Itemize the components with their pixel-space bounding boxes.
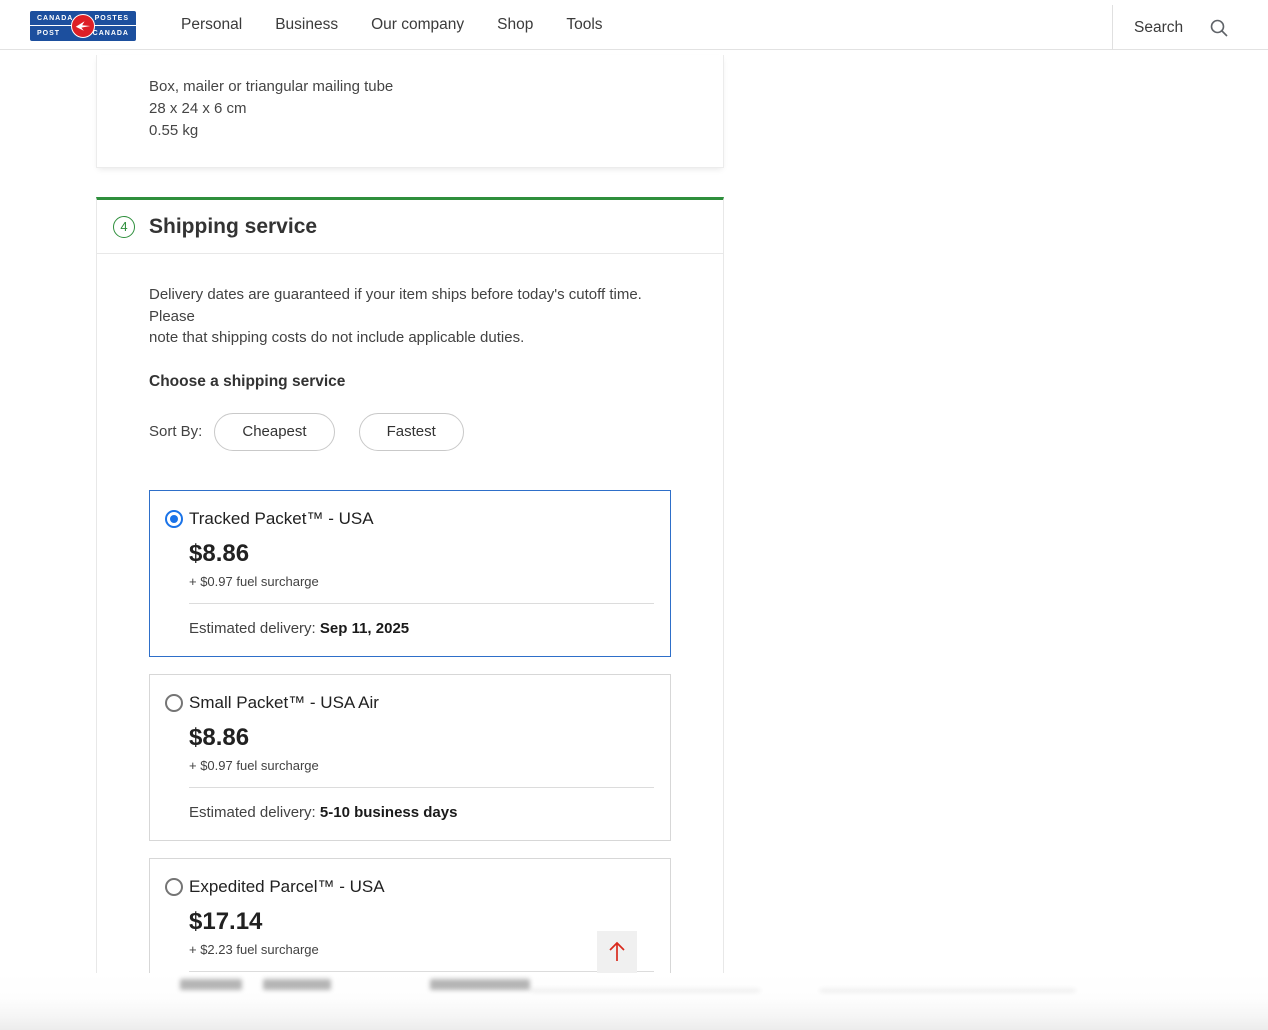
nav-item-our-company[interactable]: Our company: [371, 16, 464, 34]
estimated-delivery: Estimated delivery: Sep 11, 2025: [189, 620, 670, 656]
option-divider: [189, 603, 654, 604]
option-header: Small Packet™ - USA Air: [165, 693, 670, 713]
service-price: $8.86: [189, 724, 670, 752]
service-name: Small Packet™ - USA Air: [189, 693, 379, 713]
shipping-service-section: 4 Shipping service Delivery dates are gu…: [96, 197, 724, 1030]
logo-text-canada-left: CANADA: [37, 15, 73, 22]
package-type: Box, mailer or triangular mailing tube: [149, 76, 723, 98]
section-header: 4 Shipping service: [97, 200, 723, 254]
option-divider: [189, 787, 654, 788]
nav-item-personal[interactable]: Personal: [181, 16, 242, 34]
option-header: Expedited Parcel™ - USA: [165, 877, 670, 897]
sort-by-label: Sort By:: [149, 423, 202, 440]
search-area: Search: [1112, 5, 1268, 50]
choose-service-heading: Choose a shipping service: [149, 373, 667, 391]
sort-cheapest-button[interactable]: Cheapest: [214, 413, 334, 451]
canada-post-logo[interactable]: CANADA POST POSTES CANADA: [30, 11, 136, 41]
package-dimensions: 28 x 24 x 6 cm: [149, 98, 723, 120]
nav-item-tools[interactable]: Tools: [566, 16, 602, 34]
logo-text-canada-right: CANADA: [93, 30, 129, 37]
logo-text-post: POST: [37, 30, 60, 37]
service-options-list: Tracked Packet™ - USA $8.86 + $0.97 fuel…: [149, 490, 671, 1030]
faded-content-fragment: [530, 989, 760, 992]
fuel-surcharge: + $0.97 fuel surcharge: [189, 758, 670, 773]
fuel-surcharge: + $0.97 fuel surcharge: [189, 574, 670, 589]
sort-row: Sort By: Cheapest Fastest: [149, 413, 667, 451]
nav-item-shop[interactable]: Shop: [497, 16, 533, 34]
bottom-fade-band: [0, 973, 1268, 1030]
section-body: Delivery dates are guaranteed if your it…: [97, 254, 723, 1030]
search-label[interactable]: Search: [1134, 19, 1183, 37]
radio-unselected-icon[interactable]: [165, 878, 183, 896]
nav-item-business[interactable]: Business: [275, 16, 338, 34]
package-summary-card: Box, mailer or triangular mailing tube 2…: [96, 55, 724, 168]
description-line-2: note that shipping costs do not include …: [149, 327, 667, 349]
radio-selected-icon[interactable]: [165, 510, 183, 528]
wing-icon: [71, 14, 95, 38]
option-header: Tracked Packet™ - USA: [165, 509, 670, 529]
page: CANADA POST POSTES CANADA Personal Busin…: [0, 0, 1268, 1030]
main-nav: Personal Business Our company Shop Tools: [181, 0, 603, 50]
estimated-delivery-value: 5-10 business days: [320, 804, 458, 821]
section-title: Shipping service: [149, 215, 317, 239]
faded-content-fragment: [820, 989, 1075, 992]
sort-fastest-button[interactable]: Fastest: [359, 413, 464, 451]
step-number-badge: 4: [113, 216, 135, 238]
package-weight: 0.55 kg: [149, 120, 723, 142]
faded-content-fragment: [263, 979, 331, 990]
service-name: Expedited Parcel™ - USA: [189, 877, 385, 897]
site-header: CANADA POST POSTES CANADA Personal Busin…: [0, 0, 1268, 50]
estimated-delivery: Estimated delivery: 5-10 business days: [189, 804, 670, 840]
service-name: Tracked Packet™ - USA: [189, 509, 374, 529]
service-option-tracked-packet-usa[interactable]: Tracked Packet™ - USA $8.86 + $0.97 fuel…: [149, 490, 671, 657]
search-icon[interactable]: [1209, 18, 1229, 43]
faded-content-fragment: [180, 979, 242, 990]
service-option-small-packet-usa-air[interactable]: Small Packet™ - USA Air $8.86 + $0.97 fu…: [149, 674, 671, 841]
option-divider: [189, 971, 654, 972]
estimated-delivery-value: Sep 11, 2025: [320, 620, 409, 637]
description-line-1: Delivery dates are guaranteed if your it…: [149, 284, 667, 327]
arrow-up-icon: [605, 938, 629, 967]
radio-unselected-icon[interactable]: [165, 694, 183, 712]
estimated-delivery-label: Estimated delivery:: [189, 804, 320, 821]
back-to-top-button[interactable]: [597, 931, 637, 973]
faded-content-fragment: [430, 979, 530, 990]
service-price: $8.86: [189, 540, 670, 568]
logo-text-postes: POSTES: [95, 15, 129, 22]
estimated-delivery-label: Estimated delivery:: [189, 620, 320, 637]
